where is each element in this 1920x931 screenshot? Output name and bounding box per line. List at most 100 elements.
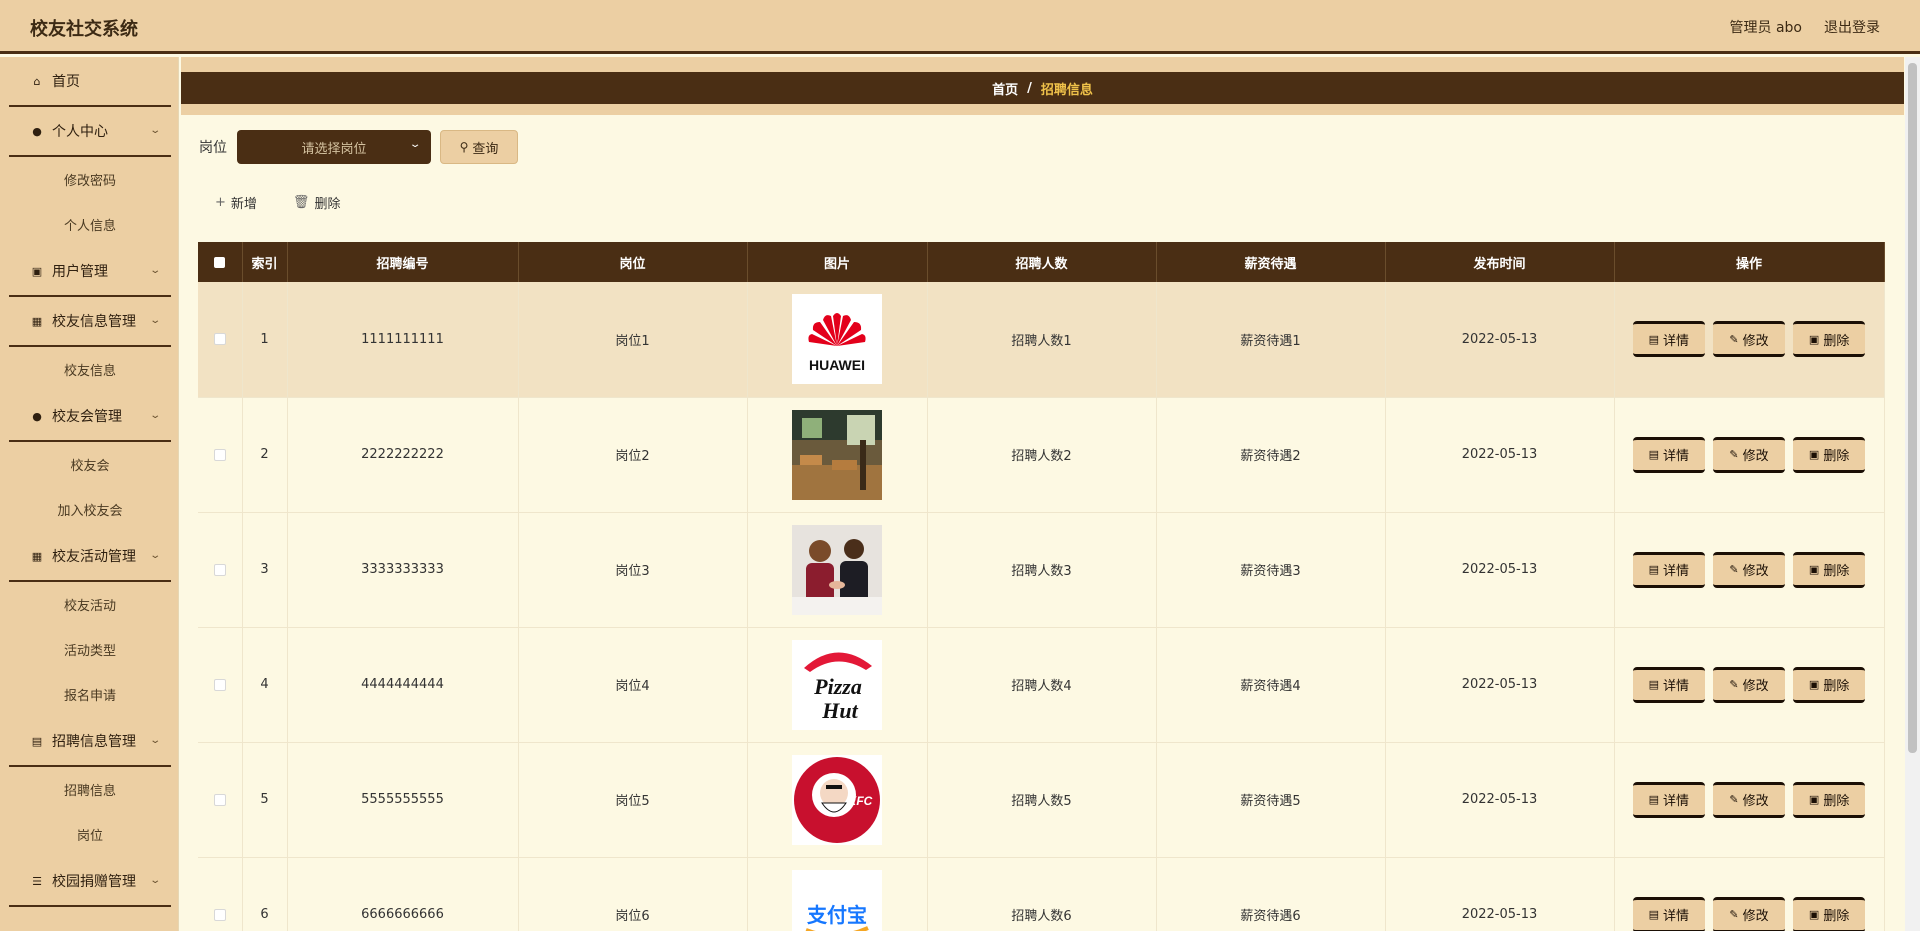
detail-button[interactable]: ▤ 详情 [1632,896,1705,931]
salary-cell: 薪资待遇6 [1156,857,1386,931]
delete-button[interactable]: ▣ 删除 [1793,321,1866,358]
image-cell[interactable]: HUAWEI [747,282,928,398]
edit-button[interactable]: ✎ 修改 [1713,781,1785,818]
row-checkbox[interactable] [213,563,226,576]
sidebar-item[interactable]: 招聘信息 [9,767,171,812]
delete-button[interactable]: ▣ 删除 [1793,551,1866,588]
post-cell: 岗位2 [518,397,748,513]
pencil-icon: ✎ [1729,448,1739,461]
chevron-down-icon: ⌄ [408,139,422,150]
row-checkbox[interactable] [213,448,226,461]
sidebar-item-label: 活动类型 [63,644,116,659]
table-row[interactable]: 5 5555555555 岗位5 KFC 招聘人数5 薪资待遇5 2022-05… [198,742,1885,858]
sidebar-item[interactable]: 活动类型 [9,627,171,672]
plus-icon: + [215,195,226,210]
salary-cell: 薪资待遇4 [1156,627,1386,743]
edit-button-label: 修改 [1742,449,1769,464]
sidebar-item[interactable]: 岗位 [9,812,171,857]
sidebar-group[interactable]: ☰ 校园捐赠管理 ⌄ [9,857,171,907]
row-checkbox[interactable] [213,908,226,921]
row-select-cell[interactable] [198,282,243,398]
svg-text:Pizza: Pizza [813,674,862,699]
row-select-cell[interactable] [198,512,243,628]
table-row[interactable]: 4 4444444444 岗位4 Pizza Hut 招聘人数4 薪资待遇4 2… [198,627,1885,743]
date-cell: 2022-05-13 [1385,627,1615,743]
sidebar-group-label: 首页 [52,74,80,90]
row-select-cell[interactable] [198,742,243,858]
image-cell[interactable] [747,512,928,628]
detail-button[interactable]: ▤ 详情 [1632,321,1705,358]
operations-cell: ▤ 详情 ✎ 修改 ▣ 删除 [1614,512,1885,628]
sidebar-group[interactable]: ▦ 校友信息管理 ⌄ [9,297,171,347]
sidebar-group[interactable]: ▤ 招聘信息管理 ⌄ [9,717,171,767]
detail-button-label: 详情 [1663,679,1690,694]
edit-button[interactable]: ✎ 修改 [1713,666,1785,703]
image-cell[interactable]: 支付宝 [747,857,928,931]
sidebar-item[interactable]: 校友会 [9,442,171,487]
row-checkbox[interactable] [213,678,226,691]
edit-button[interactable]: ✎ 修改 [1713,436,1785,473]
image-cell[interactable] [747,397,928,513]
edit-button[interactable]: ✎ 修改 [1713,896,1785,931]
row-checkbox[interactable] [213,793,226,806]
select-all-checkbox[interactable] [214,256,226,268]
sidebar-item[interactable]: 加入校友会 [9,487,171,532]
vertical-scrollbar[interactable] [1905,57,1920,931]
edit-button-label: 修改 [1742,679,1769,694]
svg-text:KFC: KFC [848,794,873,808]
row-checkbox[interactable] [213,333,226,346]
sidebar-group[interactable]: ● 个人中心 ⌄ [9,107,171,157]
scrollbar-thumb[interactable] [1908,63,1917,753]
column-header: 薪资待遇 [1156,242,1386,282]
pencil-icon: ✎ [1729,332,1739,346]
row-select-cell[interactable] [198,627,243,743]
sidebar-group[interactable]: ● 校友会管理 ⌄ [9,392,171,442]
detail-button[interactable]: ▤ 详情 [1632,781,1705,818]
current-user[interactable]: 管理员 abo [1730,17,1802,37]
svg-text:HUAWEI: HUAWEI [809,357,865,373]
row-select-cell[interactable] [198,857,243,931]
table-row[interactable]: 3 3333333333 岗位3 招聘人数3 薪资待遇3 2022-05-13 … [198,512,1885,628]
table-row[interactable]: 6 6666666666 岗位6 支付宝 招聘人数6 薪资待遇6 2022-05… [198,857,1885,931]
detail-button[interactable]: ▤ 详情 [1632,551,1705,588]
sidebar-item[interactable]: 校友信息 [9,347,171,392]
sidebar-item[interactable]: 个人信息 [9,202,171,247]
salary-cell: 薪资待遇1 [1156,282,1386,398]
delete-button[interactable]: ▣ 删除 [1793,781,1866,818]
detail-button[interactable]: ▤ 详情 [1632,666,1705,703]
delete-button[interactable]: ▣ 删除 [1793,666,1866,703]
sidebar-group[interactable]: ▣ 用户管理 ⌄ [9,247,171,297]
table-row[interactable]: 1 1111111111 岗位1 HUAWEI 招聘人数1 薪资待遇1 2022… [198,282,1885,398]
post-select[interactable]: 请选择岗位 ⌄ [237,130,431,164]
sidebar-item[interactable]: 校友活动 [9,582,171,627]
sidebar-group-label: 个人中心 [52,124,108,140]
edit-button-label: 修改 [1742,909,1769,924]
sidebar-item[interactable]: 修改密码 [9,157,171,202]
edit-button[interactable]: ✎ 修改 [1713,321,1785,358]
breadcrumb-home[interactable]: 首页 [992,79,1018,98]
document-icon: ▤ [1648,793,1660,806]
detail-button-label: 详情 [1663,333,1690,349]
edit-button[interactable]: ✎ 修改 [1713,551,1785,588]
column-header: 招聘编号 [287,242,519,282]
index-cell: 4 [242,627,288,743]
sidebar-item[interactable]: 报名申请 [9,672,171,717]
breadcrumb-separator: / [1027,80,1032,96]
add-button[interactable]: + 新增 [215,193,257,212]
row-select-cell[interactable] [198,397,243,513]
delete-button[interactable]: ▣ 删除 [1793,436,1866,473]
detail-button[interactable]: ▤ 详情 [1632,436,1705,473]
delete-button[interactable]: ▣ 删除 [1793,896,1866,931]
query-button[interactable]: ⚲ 查询 [440,130,518,164]
select-all-header[interactable] [198,242,243,282]
sidebar-group[interactable]: ⌂ 首页 [9,57,171,107]
image-cell[interactable]: Pizza Hut [747,627,928,743]
batch-delete-button[interactable]: 🗑 删除 [293,193,341,212]
sidebar-group-label: 校友活动管理 [52,549,136,565]
huawei-logo: HUAWEI [792,294,882,385]
detail-button-label: 详情 [1663,564,1690,579]
sidebar-group[interactable]: ▦ 校友活动管理 ⌄ [9,532,171,582]
logout-link[interactable]: 退出登录 [1824,17,1880,37]
image-cell[interactable]: KFC [747,742,928,858]
table-row[interactable]: 2 2222222222 岗位2 招聘人数2 薪资待遇2 2022-05-13 … [198,397,1885,513]
